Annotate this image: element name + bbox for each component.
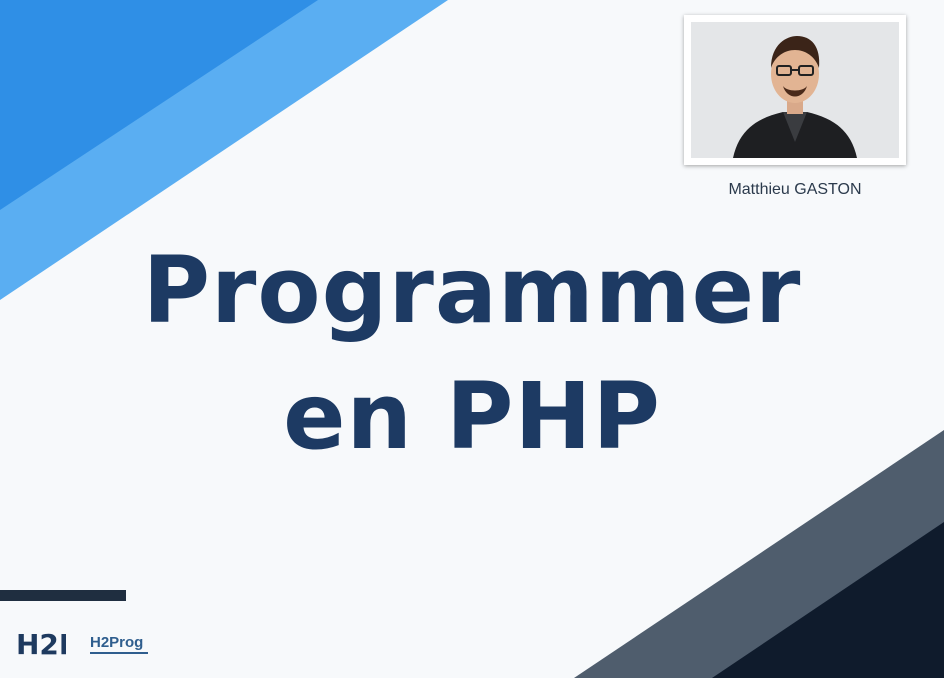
slide-title-line-2: en PHP	[283, 363, 661, 470]
h2p-logo-icon: H2P	[14, 622, 79, 669]
presenter-photo-frame	[684, 15, 906, 165]
presenter-photo	[691, 22, 899, 158]
brand-underline	[90, 652, 148, 654]
brand-name: H2Prog	[90, 634, 144, 651]
logo-letters: H2P	[16, 628, 66, 661]
accent-bar	[0, 590, 126, 601]
presenter-name: Matthieu GASTON	[728, 181, 862, 198]
slide: Matthieu GASTON Programmer en PHP H2P H2…	[0, 0, 944, 678]
slide-title-line-1: Programmer	[142, 237, 802, 344]
